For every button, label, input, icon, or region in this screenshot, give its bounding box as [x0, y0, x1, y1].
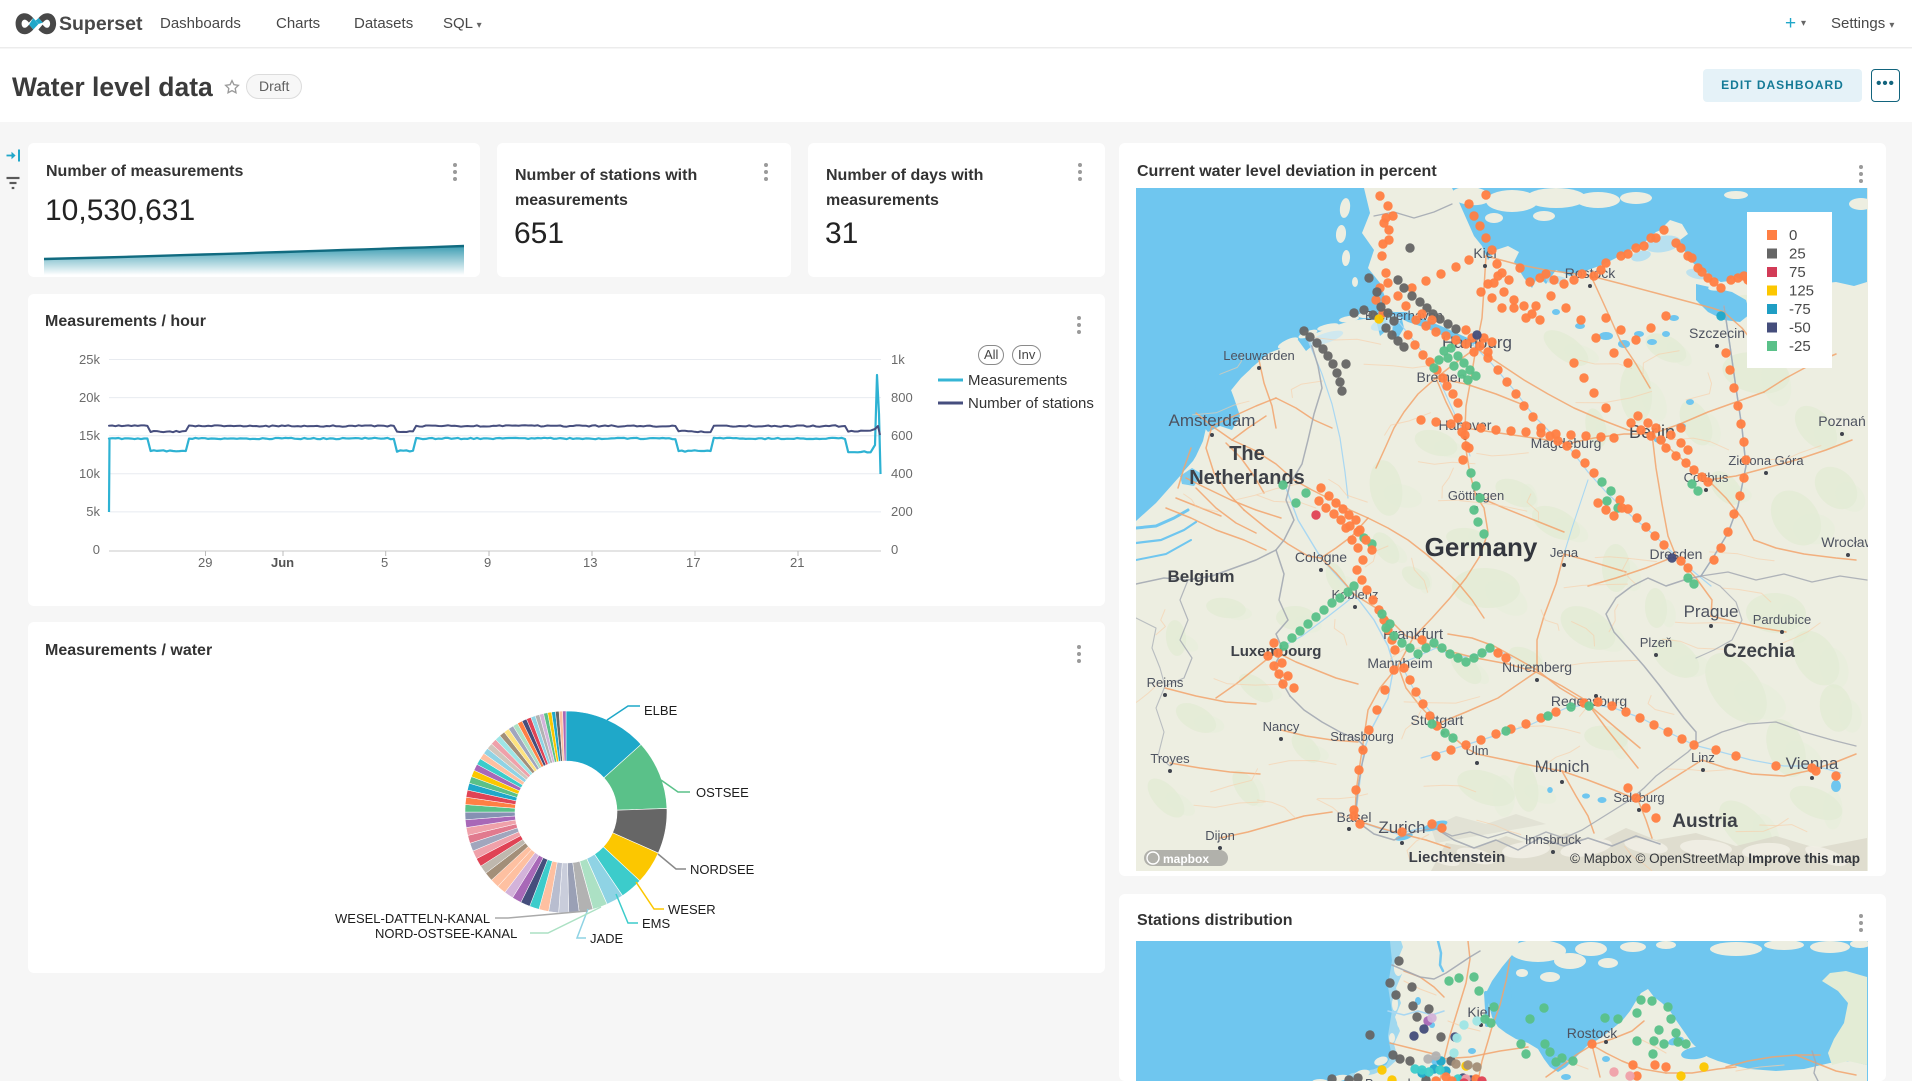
svg-text:Czechia: Czechia: [1723, 641, 1795, 662]
svg-text:The: The: [1229, 443, 1265, 465]
svg-text:Dijon: Dijon: [1205, 828, 1235, 843]
svg-text:Austria: Austria: [1672, 811, 1738, 832]
svg-text:Troyes: Troyes: [1150, 751, 1190, 766]
svg-text:Bremerhaven: Bremerhaven: [1365, 1076, 1443, 1081]
svg-text:Prague: Prague: [1684, 602, 1739, 621]
svg-text:Plzeň: Plzeň: [1640, 635, 1673, 650]
svg-text:Strasbourg: Strasbourg: [1330, 729, 1394, 744]
svg-text:Rostock: Rostock: [1567, 1025, 1619, 1041]
svg-text:Poznań: Poznań: [1818, 413, 1865, 429]
svg-text:0: 0: [1789, 227, 1797, 244]
svg-text:Cologne: Cologne: [1295, 549, 1347, 565]
svg-text:© Mapbox © OpenStreetMap Impro: © Mapbox © OpenStreetMap Improve this ma…: [1570, 851, 1860, 866]
svg-text:-25: -25: [1789, 338, 1811, 355]
svg-text:Leeuwarden: Leeuwarden: [1223, 348, 1295, 363]
svg-text:Nuremberg: Nuremberg: [1502, 659, 1572, 675]
svg-text:75: 75: [1789, 264, 1806, 281]
svg-text:Wrocław: Wrocław: [1821, 534, 1868, 550]
svg-text:Amsterdam: Amsterdam: [1169, 411, 1256, 430]
svg-text:Reims: Reims: [1147, 675, 1184, 690]
svg-text:Jena: Jena: [1550, 545, 1579, 560]
svg-text:Munich: Munich: [1535, 757, 1590, 776]
svg-text:-50: -50: [1789, 320, 1811, 337]
svg-text:Pardubice: Pardubice: [1753, 612, 1812, 627]
svg-text:Belgium: Belgium: [1167, 567, 1234, 586]
svg-text:Liechtenstein: Liechtenstein: [1409, 849, 1506, 866]
svg-text:Innsbruck: Innsbruck: [1525, 832, 1582, 847]
svg-text:mapbox: mapbox: [1163, 852, 1209, 866]
svg-text:Linz: Linz: [1691, 750, 1715, 765]
svg-text:Nancy: Nancy: [1263, 719, 1300, 734]
svg-text:Zielona Góra: Zielona Góra: [1728, 453, 1804, 468]
svg-text:Szczecin: Szczecin: [1689, 325, 1745, 341]
svg-text:-75: -75: [1789, 301, 1811, 318]
svg-text:25: 25: [1789, 246, 1806, 263]
svg-text:125: 125: [1789, 283, 1814, 300]
